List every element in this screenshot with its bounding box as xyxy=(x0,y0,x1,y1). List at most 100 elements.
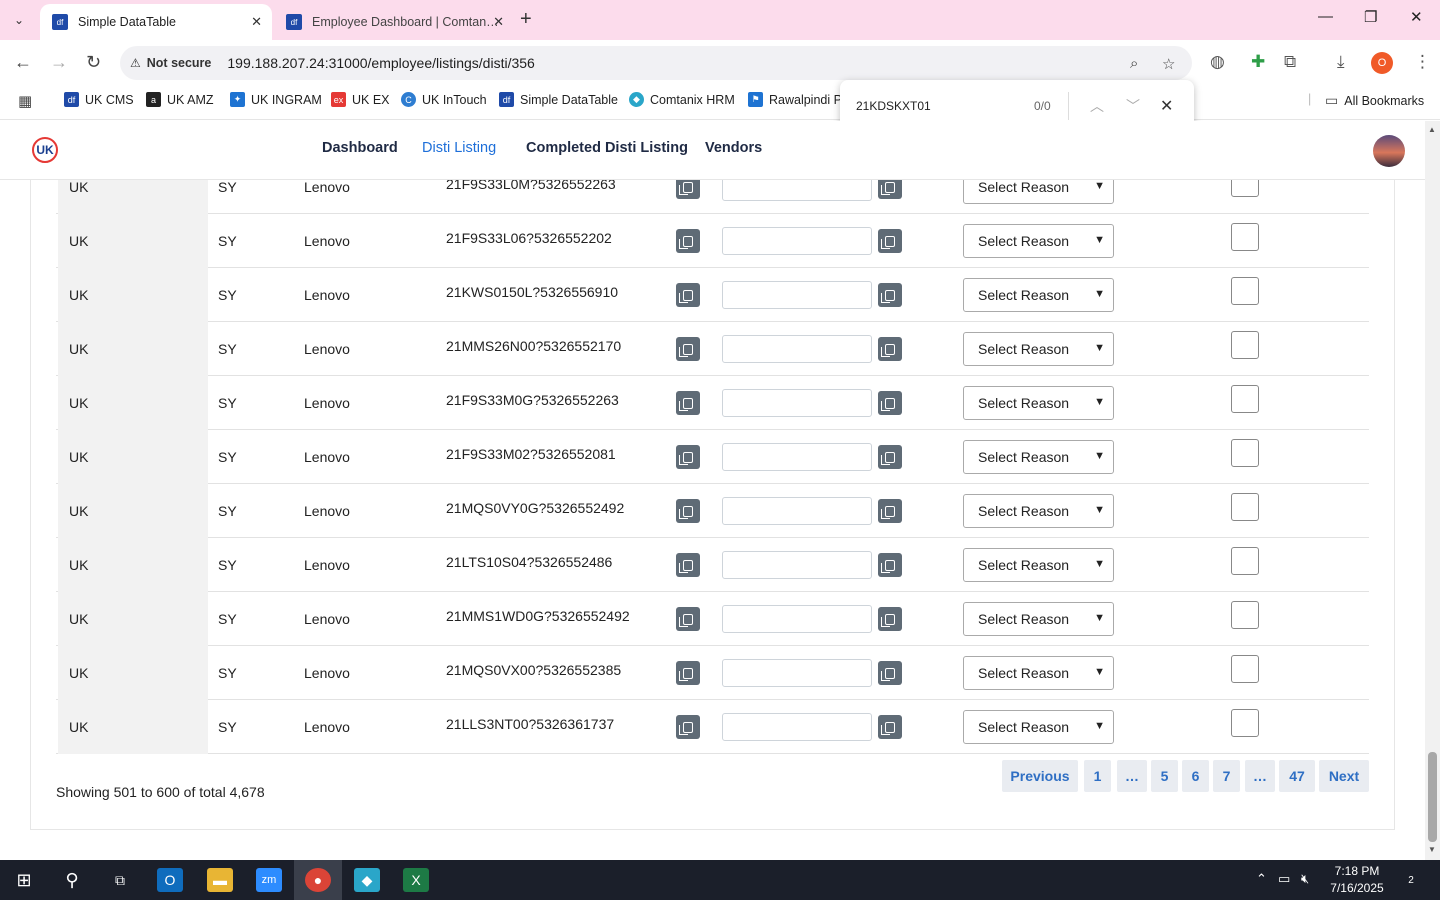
copy-serial-button[interactable] xyxy=(676,391,700,415)
new-tab-plus-icon[interactable]: + xyxy=(520,8,532,31)
apps-grid-icon[interactable]: ▦ xyxy=(18,92,32,110)
reason-select[interactable]: Select Reason ▼ xyxy=(963,602,1114,636)
find-previous-chevron-up-icon[interactable]: ︿ xyxy=(1090,96,1104,116)
chrome-icon[interactable]: ● xyxy=(305,868,331,892)
page-scrollbar[interactable]: ▲ ▼ xyxy=(1425,121,1440,860)
bookmark-uk-amz[interactable]: a UK AMZ xyxy=(146,92,214,107)
row-checkbox[interactable] xyxy=(1231,223,1259,251)
find-close-icon[interactable]: ✕ xyxy=(1160,96,1173,116)
reason-select[interactable]: Select Reason ▼ xyxy=(963,548,1114,582)
bookmark-uk-ingram[interactable]: ✦ UK INGRAM xyxy=(230,92,322,107)
row-checkbox[interactable] xyxy=(1231,277,1259,305)
nav-completed-disti-listing[interactable]: Completed Disti Listing xyxy=(526,140,688,156)
copy-serial-button[interactable] xyxy=(676,283,700,307)
scroll-up-arrow-icon[interactable]: ▲ xyxy=(1428,125,1436,134)
all-bookmarks[interactable]: ▭ All Bookmarks xyxy=(1325,92,1424,109)
minimize-icon[interactable]: — xyxy=(1318,8,1333,25)
uk-logo[interactable]: UK xyxy=(32,137,58,163)
app-diamond-icon[interactable]: ◆ xyxy=(354,868,380,892)
copy-serial-button[interactable] xyxy=(676,445,700,469)
serial-input[interactable] xyxy=(722,389,872,417)
row-checkbox[interactable] xyxy=(1231,493,1259,521)
close-tab-icon[interactable]: ✕ xyxy=(493,14,504,30)
row-checkbox[interactable] xyxy=(1231,439,1259,467)
copy-serial-button[interactable] xyxy=(676,229,700,253)
reason-select[interactable]: Select Reason ▼ xyxy=(963,224,1114,258)
nav-dashboard[interactable]: Dashboard xyxy=(322,140,398,156)
row-checkbox[interactable] xyxy=(1231,385,1259,413)
forward-arrow-icon[interactable]: → xyxy=(50,52,68,73)
reason-select[interactable]: Select Reason ▼ xyxy=(963,278,1114,312)
serial-input[interactable] xyxy=(722,281,872,309)
bookmark-comtanix-hrm[interactable]: ◆ Comtanix HRM xyxy=(629,92,735,107)
paste-button[interactable] xyxy=(878,715,902,739)
reason-select[interactable]: Select Reason ▼ xyxy=(963,494,1114,528)
pagination-page-1[interactable]: 1 xyxy=(1084,760,1111,792)
user-avatar[interactable] xyxy=(1373,135,1405,167)
paste-button[interactable] xyxy=(878,445,902,469)
volume-muted-icon[interactable]: 🔇︎ xyxy=(1301,871,1309,887)
security-indicator[interactable]: ⚠ Not secure xyxy=(130,56,211,70)
browser-menu-icon[interactable]: ⋮ xyxy=(1414,52,1431,72)
paste-button[interactable] xyxy=(878,180,902,199)
copy-serial-button[interactable] xyxy=(676,180,700,199)
url-text[interactable]: 199.188.207.24:31000/employee/listings/d… xyxy=(227,55,534,71)
copy-serial-button[interactable] xyxy=(676,715,700,739)
serial-input[interactable] xyxy=(722,180,872,201)
bookmark-simple-datatable[interactable]: df Simple DataTable xyxy=(499,92,618,107)
outlook-icon[interactable]: O xyxy=(157,868,183,892)
notifications-icon[interactable]: 2 xyxy=(1398,868,1424,892)
serial-input[interactable] xyxy=(722,551,872,579)
reason-select[interactable]: Select Reason ▼ xyxy=(963,386,1114,420)
bookmark-uk-ex[interactable]: ex UK EX xyxy=(331,92,390,107)
task-view-icon[interactable]: ⧉ xyxy=(107,868,133,892)
serial-input[interactable] xyxy=(722,227,872,255)
paste-button[interactable] xyxy=(878,391,902,415)
nav-disti-listing[interactable]: Disti Listing xyxy=(422,140,496,156)
serial-input[interactable] xyxy=(722,497,872,525)
copy-serial-button[interactable] xyxy=(676,553,700,577)
system-clock[interactable]: 7:18 PM 7/16/2025 xyxy=(1322,863,1392,897)
maximize-icon[interactable]: ❐ xyxy=(1364,8,1377,26)
windows-start-icon[interactable]: ⊞ xyxy=(11,868,37,892)
back-arrow-icon[interactable]: ← xyxy=(14,52,32,73)
row-checkbox[interactable] xyxy=(1231,547,1259,575)
nav-vendors[interactable]: Vendors xyxy=(705,140,762,156)
pagination-page-7[interactable]: 7 xyxy=(1213,760,1240,792)
row-checkbox[interactable] xyxy=(1231,709,1259,737)
row-checkbox[interactable] xyxy=(1231,655,1259,683)
serial-input[interactable] xyxy=(722,659,872,687)
paste-button[interactable] xyxy=(878,499,902,523)
bookmark-uk-intouch[interactable]: C UK InTouch xyxy=(401,92,487,107)
window-close-icon[interactable]: ✕ xyxy=(1410,8,1423,26)
paste-button[interactable] xyxy=(878,553,902,577)
bookmark-rawalpindi[interactable]: ⚑ Rawalpindi Pr xyxy=(748,92,846,107)
paste-button[interactable] xyxy=(878,337,902,361)
find-next-chevron-down-icon[interactable]: ﹀ xyxy=(1126,96,1140,116)
pagination-previous[interactable]: Previous xyxy=(1002,760,1078,792)
address-bar[interactable]: ⚠ Not secure 199.188.207.24:31000/employ… xyxy=(120,46,1192,80)
row-checkbox[interactable] xyxy=(1231,601,1259,629)
search-icon[interactable]: ⚲ xyxy=(59,868,85,892)
bookmark-star-icon[interactable]: ☆ xyxy=(1162,55,1175,73)
reason-select[interactable]: Select Reason ▼ xyxy=(963,440,1114,474)
close-tab-icon[interactable]: ✕ xyxy=(251,14,262,30)
row-checkbox[interactable] xyxy=(1231,331,1259,359)
find-in-page-icon[interactable]: ⌕ xyxy=(1130,55,1138,72)
reload-icon[interactable]: ↻ xyxy=(86,52,101,73)
find-input[interactable]: 21KDSKXT01 xyxy=(856,99,931,113)
reason-select[interactable]: Select Reason ▼ xyxy=(963,180,1114,204)
pagination-page-6[interactable]: 6 xyxy=(1182,760,1209,792)
copy-serial-button[interactable] xyxy=(676,337,700,361)
pagination-next[interactable]: Next xyxy=(1319,760,1369,792)
bookmark-uk-cms[interactable]: df UK CMS xyxy=(64,92,134,107)
file-explorer-icon[interactable]: ▬ xyxy=(207,868,233,892)
serial-input[interactable] xyxy=(722,335,872,363)
tab-search-icon[interactable]: ⌄ xyxy=(6,7,32,33)
copy-serial-button[interactable] xyxy=(676,607,700,631)
paste-button[interactable] xyxy=(878,607,902,631)
extensions-puzzle-icon[interactable]: ⧉ xyxy=(1284,52,1296,72)
serial-input[interactable] xyxy=(722,713,872,741)
reason-select[interactable]: Select Reason ▼ xyxy=(963,656,1114,690)
extension-plus-icon[interactable]: ✚ xyxy=(1251,52,1265,72)
